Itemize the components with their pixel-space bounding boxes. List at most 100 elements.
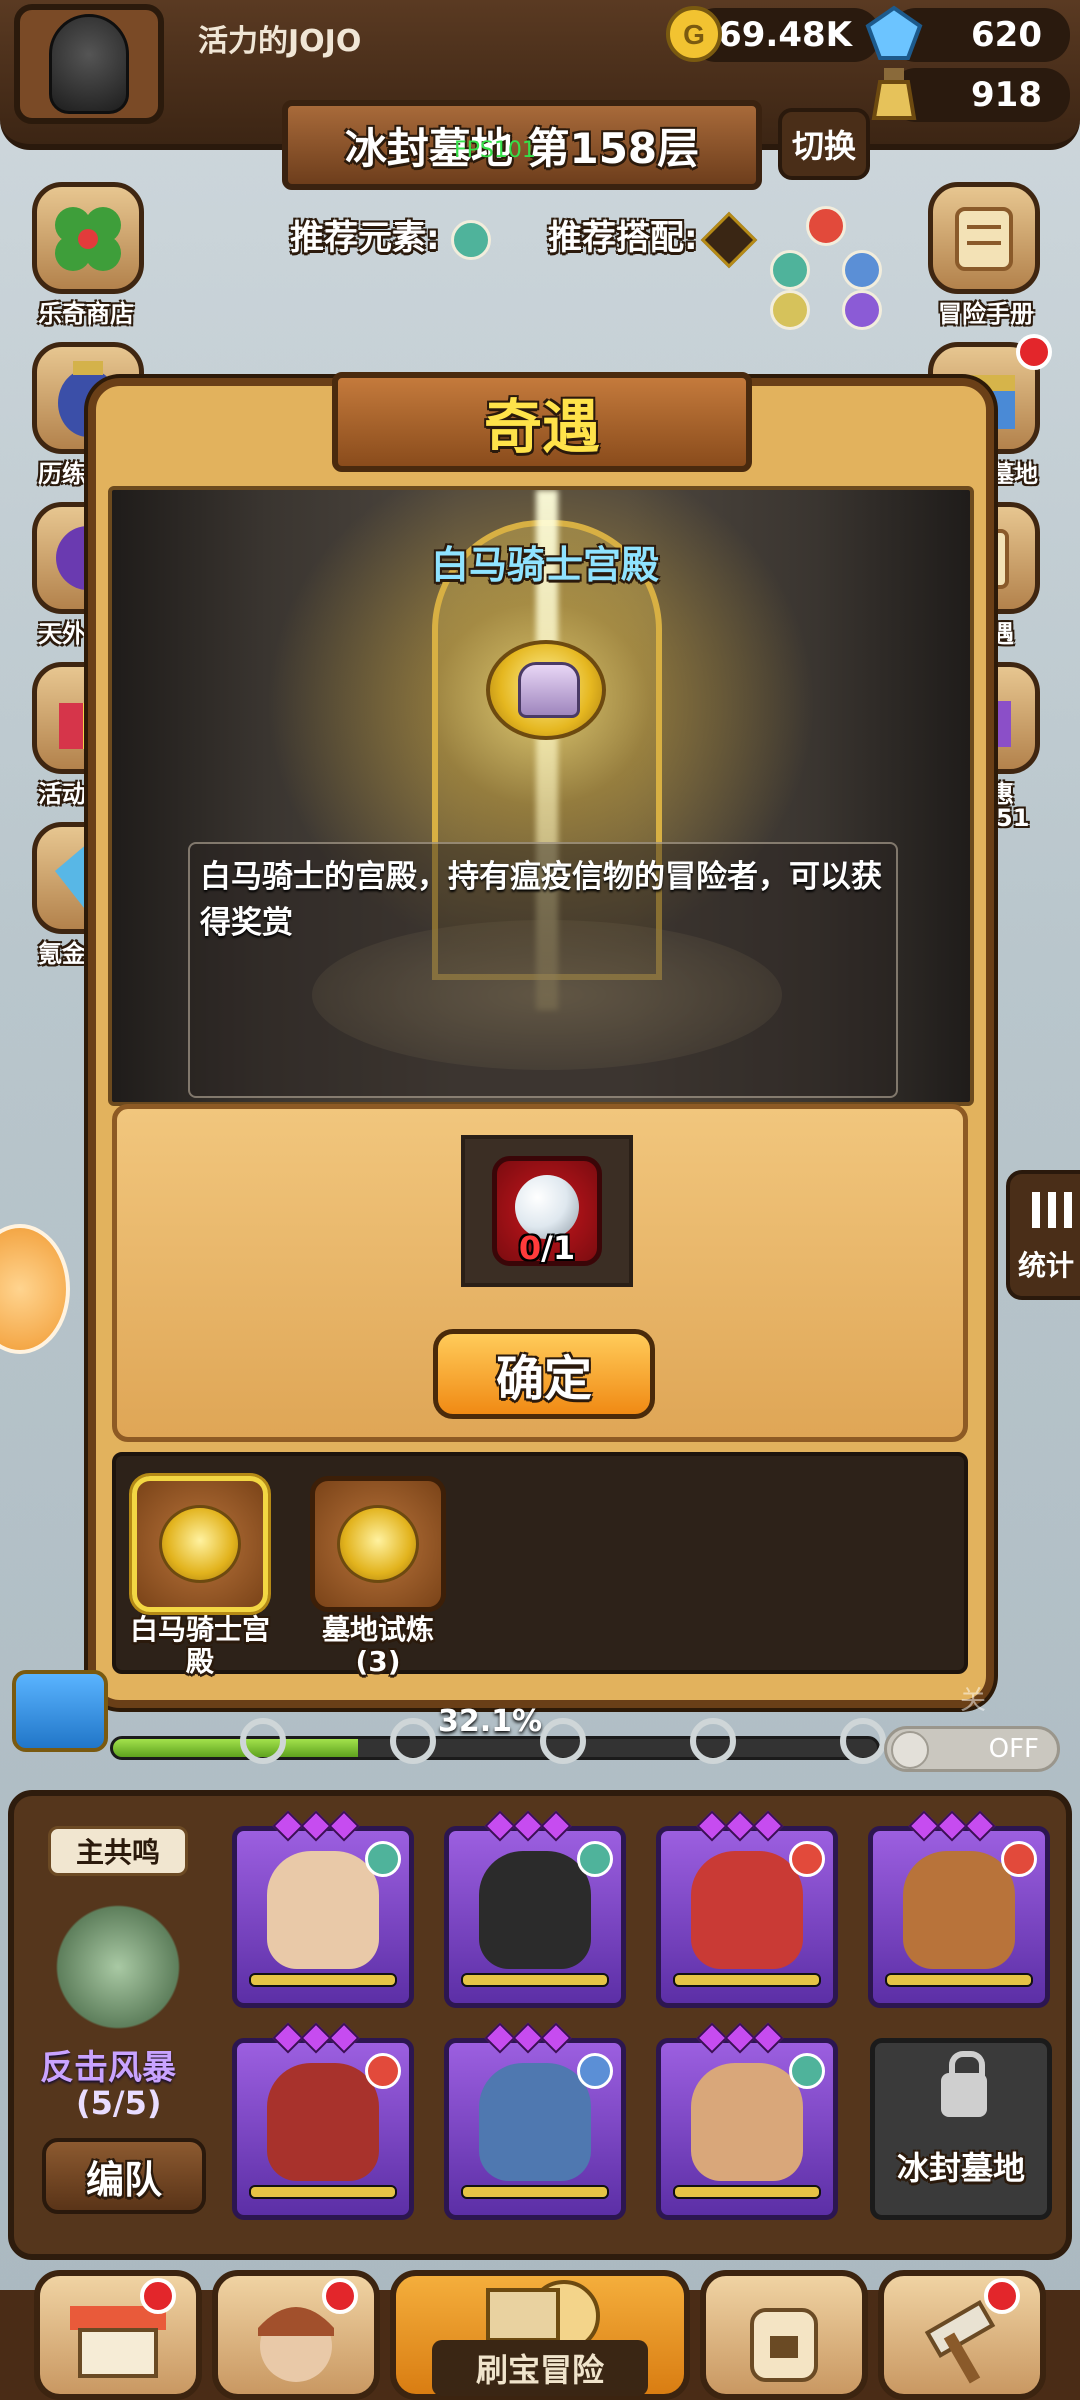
key-icon <box>240 1718 286 1764</box>
nav-forge-button[interactable] <box>878 2270 1046 2400</box>
wind-element-icon <box>451 219 492 260</box>
toggle-label: OFF <box>988 1734 1039 1764</box>
hero-portrait <box>267 2063 379 2181</box>
star-rating <box>272 1810 360 1842</box>
side-button-adventure-handbook[interactable] <box>928 182 1040 294</box>
recommended-element-label: 推荐元素: <box>290 218 440 258</box>
hero-warrior-topknot-card[interactable] <box>656 2022 838 2220</box>
star-icon <box>484 1810 516 1842</box>
element-icon <box>365 2053 401 2089</box>
fire-element-icon <box>806 206 846 246</box>
star-icon <box>936 1810 968 1842</box>
switch-level-button[interactable]: 切换 <box>778 108 870 180</box>
encounter-dialog: 白马骑士宫殿 白马骑士的宫殿，持有瘟疫信物的冒险者，可以获得奖赏 0/1 确定 … <box>88 378 994 1708</box>
star-icon <box>964 1810 996 1842</box>
star-rating <box>908 1810 996 1842</box>
star-icon <box>752 1810 784 1842</box>
water-element-icon <box>842 250 882 290</box>
hero-goggle-diver-card[interactable] <box>444 2022 626 2220</box>
team-formation-button[interactable]: 编队 <box>42 2138 206 2214</box>
side-label-event: 活动 <box>38 780 86 808</box>
floating-orb-button[interactable] <box>0 1224 70 1354</box>
scene-title: 白马骑士宫殿 <box>430 543 659 587</box>
treasure-chest-icon[interactable] <box>12 1670 108 1752</box>
light-element-icon <box>770 290 810 330</box>
star-icon <box>908 1810 940 1842</box>
armor-medal-icon <box>132 1476 268 1612</box>
side-label-topup: 氪金 <box>38 940 86 968</box>
star-icon <box>752 2022 784 2054</box>
side-label-graveyard: 墓地 <box>990 460 1038 488</box>
hero-turban-man-card[interactable] <box>868 1810 1050 2008</box>
potion-bottle-icon <box>864 64 924 124</box>
stats-button[interactable]: 统计 <box>1006 1170 1080 1300</box>
star-rating <box>484 2022 572 2054</box>
auto-stage-label: 关 <box>960 1686 987 1716</box>
hero-energy-bar <box>673 2185 821 2199</box>
progress-percent: 32.1% <box>438 1704 543 1739</box>
nav-adventure-label: 刷宝冒险 <box>432 2340 648 2396</box>
star-icon <box>540 1810 572 1842</box>
star-rating <box>696 1810 784 1842</box>
star-icon <box>540 2022 572 2054</box>
gem-counter[interactable]: 620 <box>865 5 1070 62</box>
side-label-shop: 乐奇商店 <box>38 300 134 328</box>
star-icon <box>512 1810 544 1842</box>
resonance-skill-count: (5/5) <box>76 2084 162 2122</box>
encounter-item-palace[interactable]: 白马骑士宫殿 <box>130 1476 270 1678</box>
star-icon <box>328 1810 360 1842</box>
scroll-icon <box>955 207 1013 271</box>
hero-portrait <box>691 2063 803 2181</box>
element-icon <box>789 1841 825 1877</box>
reward-slot[interactable]: 0/1 <box>461 1135 633 1287</box>
encounter-list: 白马骑士宫殿 墓地试炼 (3) <box>112 1452 968 1678</box>
warning-icon[interactable] <box>701 211 758 268</box>
key-icon <box>540 1718 586 1764</box>
key-icon <box>840 1718 886 1764</box>
svg-text:G: G <box>683 19 705 50</box>
key-icon <box>690 1718 736 1764</box>
confirm-button[interactable]: 确定 <box>433 1329 655 1419</box>
star-rating <box>696 2022 784 2054</box>
side-button-shop[interactable] <box>32 182 144 294</box>
star-icon <box>272 1810 304 1842</box>
recommended-element: 推荐元素: <box>290 210 492 260</box>
stage-progress-bar <box>110 1736 880 1760</box>
recommended-combo-label: 推荐搭配: <box>548 218 698 258</box>
resonance-skill-name: 反击风暴 <box>40 2048 176 2088</box>
reward-panel: 0/1 确定 <box>112 1104 968 1442</box>
hero-red-demon-card[interactable] <box>656 1810 838 2008</box>
bar-chart-icon <box>1032 1192 1072 1228</box>
star-rating <box>484 1810 572 1842</box>
hero-energy-bar <box>673 1973 821 1987</box>
potion-amount: 918 <box>971 75 1042 115</box>
star-icon <box>272 2022 304 2054</box>
player-avatar[interactable] <box>14 4 164 124</box>
side-label-trial: 历练 <box>38 460 86 488</box>
gold-counter[interactable]: G 369.48K <box>666 6 880 62</box>
hero-black-knight-card[interactable] <box>444 1810 626 2008</box>
key-icon <box>390 1718 436 1764</box>
recommended-combo: 推荐搭配: <box>548 210 758 268</box>
blue-gem-icon <box>864 4 924 64</box>
element-icon <box>789 2053 825 2089</box>
hero-scarred-man-card[interactable] <box>232 1810 414 2008</box>
dark-element-icon <box>842 290 882 330</box>
locked-hero-slot[interactable]: 冰封墓地 <box>870 2038 1052 2220</box>
auto-toggle[interactable]: OFF <box>884 1726 1060 1772</box>
encounter-label: 白马骑士宫殿 <box>130 1613 271 1678</box>
encounter-item-graveyard-trial[interactable]: 墓地试炼 (3) <box>308 1476 448 1678</box>
resonance-emblem-icon[interactable] <box>54 1890 182 2030</box>
nav-bag-button[interactable] <box>700 2270 868 2400</box>
star-icon <box>484 2022 516 2054</box>
side-label-sky: 天外 <box>38 620 86 648</box>
hero-energy-bar <box>249 2185 397 2199</box>
notification-dot <box>1016 334 1052 370</box>
side-label-adventure-handbook: 冒险手册 <box>938 300 1034 328</box>
nav-shop-button[interactable] <box>34 2270 202 2400</box>
potion-counter[interactable]: 918 <box>871 68 1070 122</box>
backpack-icon <box>750 2308 818 2382</box>
progress-fill <box>113 1739 359 1757</box>
hero-portrait <box>479 1851 591 1969</box>
hero-oni-mask-card[interactable] <box>232 2022 414 2220</box>
